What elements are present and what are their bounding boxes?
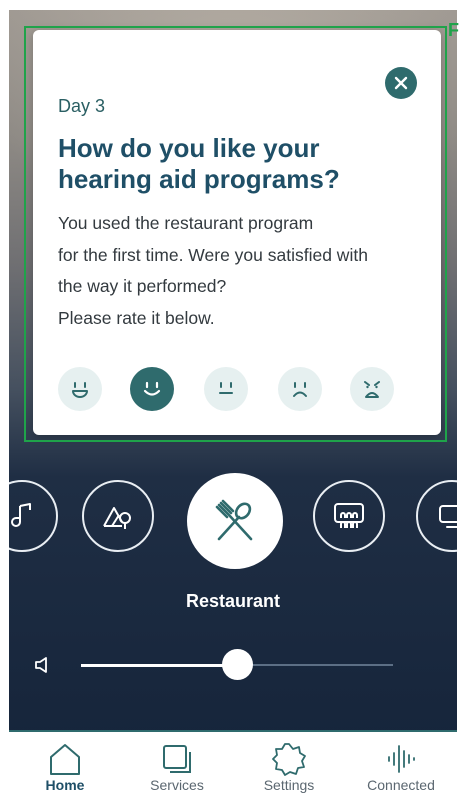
rating-option-2[interactable] [130, 367, 174, 411]
program-label: Restaurant [185, 591, 281, 611]
tab-connected[interactable]: Connected [345, 732, 457, 794]
sound-wave-icon [388, 745, 415, 773]
body-line: the way it performed? [58, 276, 227, 296]
tab-home[interactable]: Home [9, 732, 121, 794]
outdoor-icon [103, 507, 131, 529]
body-line: You used the restaurant program [58, 213, 314, 233]
program-theater[interactable] [313, 480, 385, 552]
body-line: for the first time. Were you satisfied w… [58, 244, 368, 265]
rating-option-1[interactable] [58, 367, 102, 411]
gear-icon [272, 743, 306, 776]
neutral-face-icon [219, 382, 233, 394]
volume-fill [81, 663, 237, 667]
program-outdoor[interactable] [82, 480, 154, 552]
distressed-face-icon [364, 381, 380, 398]
rating-option-3[interactable] [204, 367, 248, 411]
program-restaurant[interactable] [187, 473, 283, 569]
tab-label: Home [45, 777, 85, 793]
restaurant-icon [215, 499, 253, 541]
smiling-face-icon [143, 381, 161, 396]
services-icon [163, 745, 191, 773]
highlight-tag-glyph: F [448, 20, 459, 40]
program-music[interactable] [9, 480, 58, 552]
body-line: Please rate it below. [58, 307, 215, 328]
tab-label: Connected [367, 777, 435, 793]
day-label: Day 3 [58, 96, 106, 116]
volume-slider-thumb[interactable] [221, 649, 253, 680]
rating-option-5[interactable] [350, 367, 394, 411]
app-screen: Day 3 How do you like your hearing aid p… [9, 10, 457, 794]
rating-option-4[interactable] [278, 367, 322, 411]
tab-label: Services [150, 777, 204, 793]
theater-icon [334, 503, 364, 528]
survey-question: How do you like your hearing aid program… [58, 133, 340, 194]
survey-card: Day 3 How do you like your hearing aid p… [33, 30, 441, 435]
tab-label: Settings [263, 777, 315, 793]
rating-row [58, 367, 398, 411]
close-button[interactable] [385, 67, 417, 99]
tv-icon [439, 505, 457, 528]
speaker-icon [35, 657, 47, 673]
volume-control [9, 645, 457, 685]
house-icon [50, 744, 80, 775]
program-tv[interactable] [416, 480, 457, 552]
survey-body: You used the restaurant program for the … [58, 208, 428, 334]
grinning-face-icon [72, 382, 88, 398]
tab-settings[interactable]: Settings [233, 732, 345, 794]
frowning-face-icon [293, 382, 307, 397]
music-note-icon [11, 503, 31, 527]
tab-services[interactable]: Services [121, 732, 233, 794]
program-carousel [9, 473, 457, 573]
close-icon [394, 76, 408, 90]
tab-bar: Home Services Settings Connected [9, 730, 457, 794]
